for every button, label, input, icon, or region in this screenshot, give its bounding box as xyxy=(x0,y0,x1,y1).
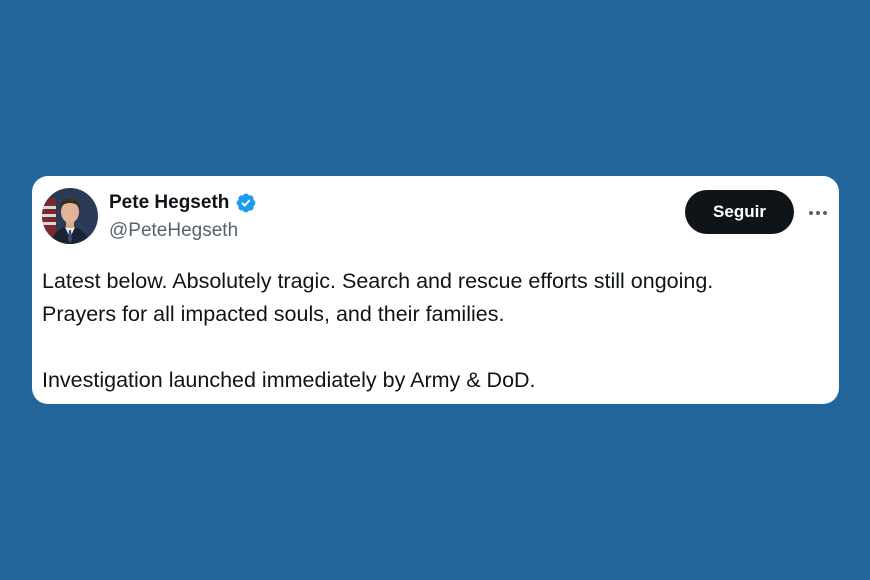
tweet-text-line: Investigation launched immediately by Ar… xyxy=(42,368,536,392)
author-name-row: Pete Hegseth xyxy=(109,192,257,214)
author-display-name[interactable]: Pete Hegseth xyxy=(109,192,229,214)
tweet-card: Pete Hegseth @PeteHegseth Seguir Latest … xyxy=(32,176,839,404)
tweet-text-line: Latest below. Absolutely tragic. Search … xyxy=(42,269,714,293)
author-handle[interactable]: @PeteHegseth xyxy=(109,220,238,242)
verified-badge-icon xyxy=(235,192,257,214)
tweet-text-line: Prayers for all impacted souls, and thei… xyxy=(42,302,505,326)
follow-button[interactable]: Seguir xyxy=(685,190,794,234)
avatar-image xyxy=(42,188,98,244)
tweet-text: Latest below. Absolutely tragic. Search … xyxy=(42,265,827,397)
avatar[interactable] xyxy=(42,188,98,244)
more-options-icon[interactable] xyxy=(806,201,830,225)
